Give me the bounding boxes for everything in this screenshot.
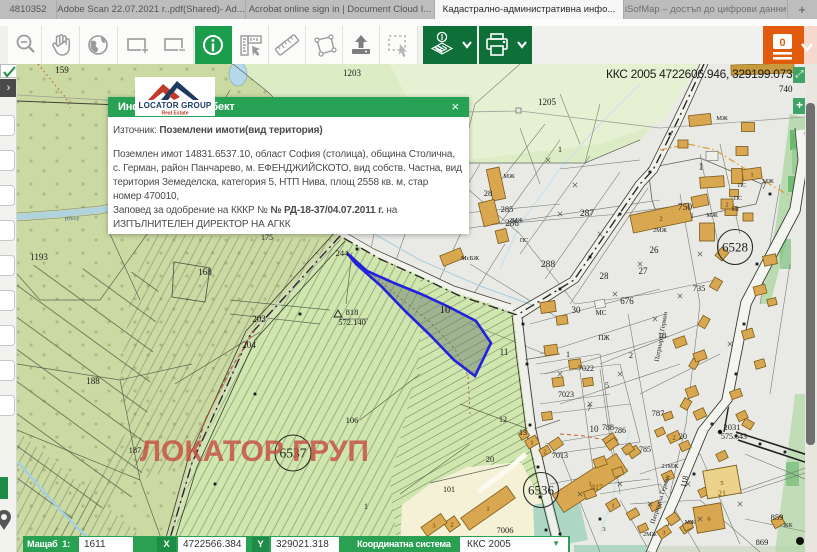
svg-text:1: 1 <box>486 506 489 513</box>
svg-text:2: 2 <box>725 202 728 209</box>
svg-text:3: 3 <box>602 526 605 533</box>
svg-text:10: 10 <box>440 305 451 316</box>
svg-text:МС: МС <box>596 309 607 317</box>
svg-text:Real Estate: Real Estate <box>162 111 189 117</box>
svg-text:7023: 7023 <box>558 390 574 399</box>
svg-text:21: 21 <box>718 489 726 498</box>
svg-text:МЖ: МЖ <box>503 173 515 180</box>
svg-text:2МЖ: 2МЖ <box>509 218 523 224</box>
svg-text:1: 1 <box>699 162 704 173</box>
svg-text:1: 1 <box>558 145 562 154</box>
svg-text:МЖ: МЖ <box>716 115 728 122</box>
svg-text:7: 7 <box>587 403 591 413</box>
svg-text:1203: 1203 <box>343 68 362 78</box>
svg-text:106: 106 <box>346 415 359 425</box>
svg-text:2: 2 <box>629 351 633 360</box>
svg-text:20: 20 <box>486 454 495 464</box>
svg-text:10: 10 <box>590 424 600 434</box>
svg-text:7013: 7013 <box>552 451 568 460</box>
svg-text:785: 785 <box>639 445 651 454</box>
svg-text:735: 735 <box>693 283 706 293</box>
svg-text:3: 3 <box>662 530 665 537</box>
svg-text:7006: 7006 <box>497 525 514 535</box>
svg-text:2: 2 <box>672 435 675 442</box>
svg-text:LOCATOR GROUP: LOCATOR GROUP <box>139 101 212 110</box>
svg-text:ПС: ПС <box>738 183 746 189</box>
svg-text:818: 818 <box>346 307 359 317</box>
svg-text:6536: 6536 <box>528 483 555 498</box>
svg-text:786: 786 <box>614 426 626 435</box>
svg-text:203: 203 <box>252 314 266 324</box>
svg-text:204: 204 <box>242 340 256 350</box>
svg-text:11: 11 <box>500 347 509 357</box>
svg-text:26: 26 <box>650 245 660 255</box>
svg-text:1: 1 <box>750 172 753 179</box>
svg-text:5: 5 <box>605 381 609 390</box>
svg-text:869: 869 <box>756 537 769 547</box>
svg-text:1: 1 <box>611 503 614 510</box>
svg-text:2МЖ: 2МЖ <box>643 532 657 538</box>
svg-text:МГ: МГ <box>732 207 741 213</box>
svg-text:3: 3 <box>432 523 435 530</box>
svg-text:2МЖ: 2МЖ <box>653 228 667 234</box>
svg-text:1193: 1193 <box>30 252 48 262</box>
svg-text:244: 244 <box>336 248 350 258</box>
svg-text:1: 1 <box>566 350 570 359</box>
svg-text:7022: 7022 <box>578 364 594 373</box>
svg-text:2: 2 <box>450 522 453 529</box>
svg-text:12: 12 <box>499 415 507 424</box>
svg-text:188: 188 <box>86 376 100 386</box>
svg-text:0: 0 <box>779 37 785 49</box>
svg-text:575.643: 575.643 <box>721 432 747 441</box>
svg-text:6528: 6528 <box>722 240 748 255</box>
svg-text:817: 817 <box>591 483 603 492</box>
svg-text:788: 788 <box>602 423 614 432</box>
svg-text:28: 28 <box>484 188 493 198</box>
svg-text:МЖ: МЖ <box>685 520 696 526</box>
svg-text:1: 1 <box>530 440 533 447</box>
svg-text:101: 101 <box>443 485 455 494</box>
svg-text:572.140: 572.140 <box>338 317 366 327</box>
svg-text:288: 288 <box>541 260 556 270</box>
svg-text:787: 787 <box>652 408 665 418</box>
svg-text:175: 175 <box>261 233 273 242</box>
svg-text:28: 28 <box>600 271 610 281</box>
svg-text:ПС: ПС <box>520 238 528 244</box>
svg-text:859: 859 <box>771 512 784 522</box>
svg-text:30: 30 <box>572 305 582 315</box>
svg-text:МсБЖ: МсБЖ <box>461 255 479 262</box>
svg-text:168: 168 <box>198 267 212 277</box>
svg-text:20: 20 <box>679 432 687 441</box>
svg-text:5: 5 <box>720 480 723 487</box>
svg-text:676: 676 <box>620 296 634 306</box>
svg-text:2: 2 <box>543 449 546 456</box>
svg-text:1: 1 <box>364 502 368 511</box>
svg-text:ПЖ: ПЖ <box>598 334 610 342</box>
svg-text:1205: 1205 <box>538 97 557 107</box>
svg-text:21МЖ: 21МЖ <box>662 464 679 470</box>
svg-text:13: 13 <box>519 428 527 437</box>
svg-text:МЖ: МЖ <box>706 212 718 219</box>
svg-text:1: 1 <box>690 212 694 220</box>
svg-text:27: 27 <box>639 266 649 276</box>
svg-text:МЖ: МЖ <box>762 178 774 185</box>
svg-text:ПС: ПС <box>734 196 742 202</box>
svg-text:285: 285 <box>501 204 514 214</box>
svg-text:2031: 2031 <box>724 422 741 432</box>
svg-text:2: 2 <box>659 216 662 223</box>
svg-text:287: 287 <box>580 209 595 219</box>
svg-text:159: 159 <box>55 65 69 75</box>
svg-text:ЖК: ЖК <box>783 523 793 529</box>
